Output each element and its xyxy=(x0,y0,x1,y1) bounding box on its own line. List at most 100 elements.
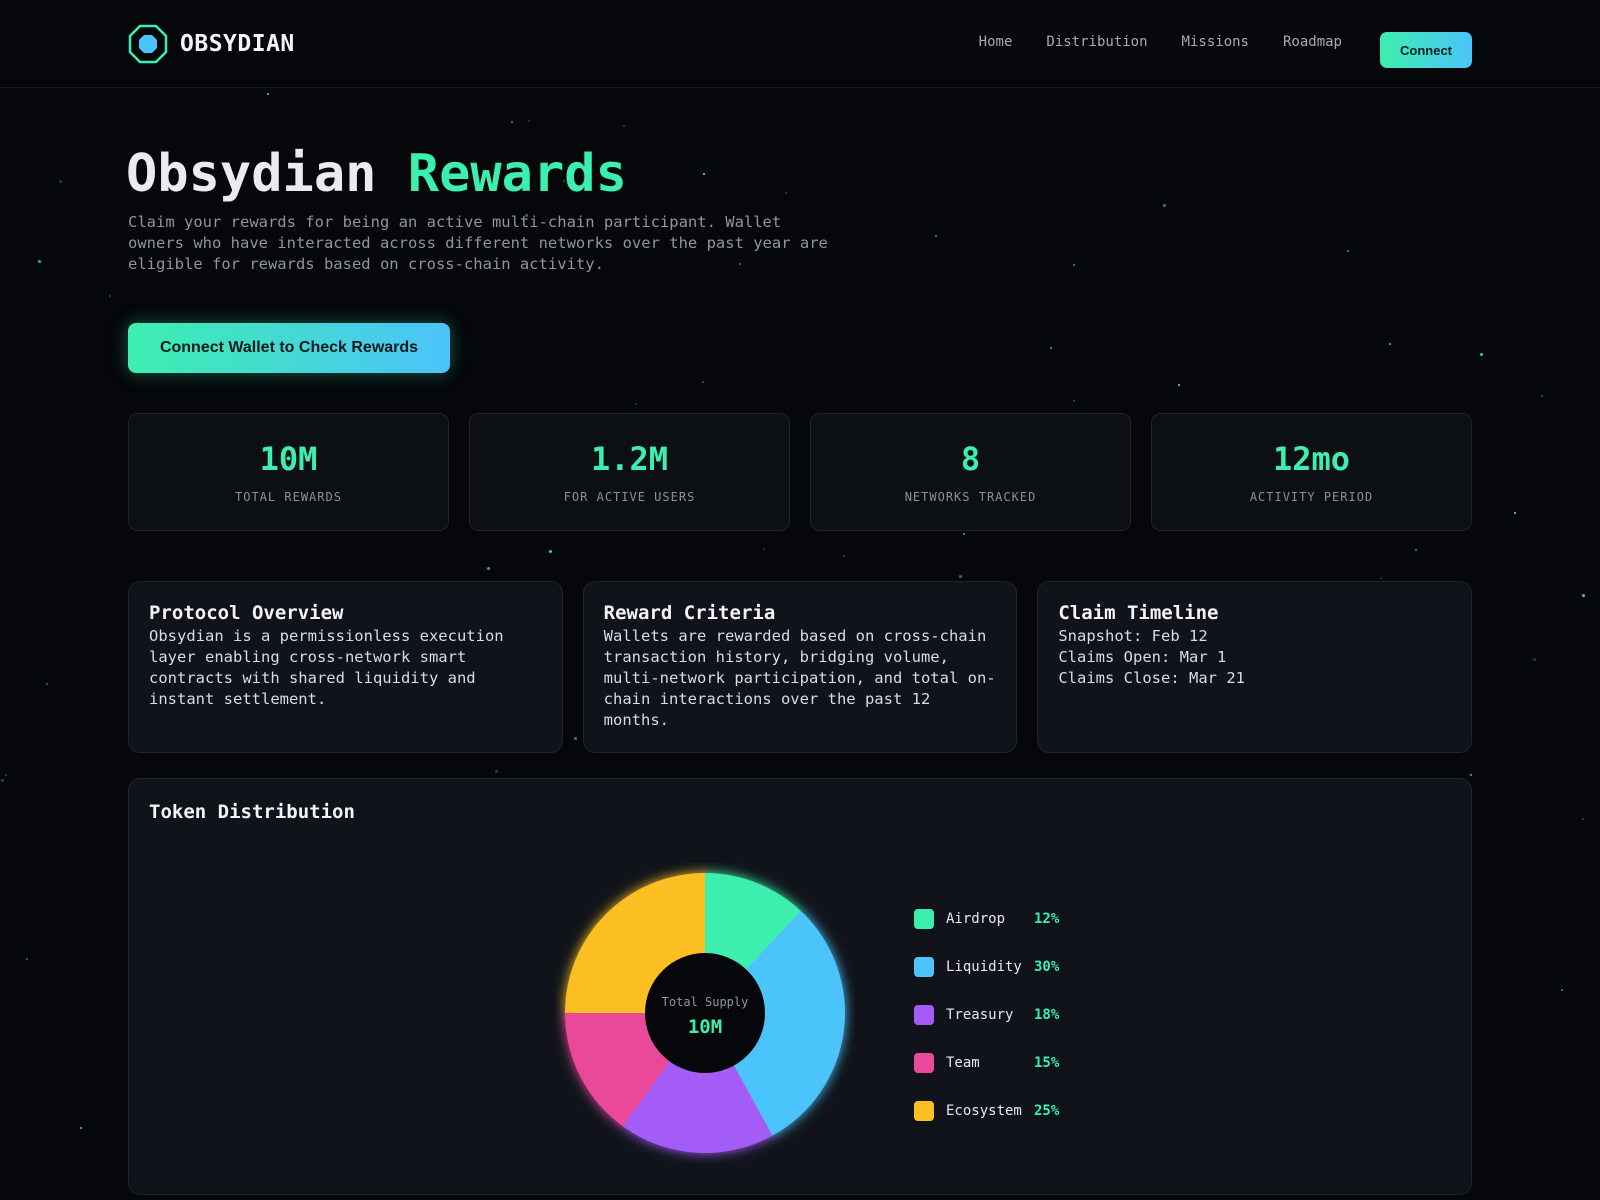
star-dot xyxy=(528,120,530,122)
timeline-claims-close: Claims Close: Mar 21 xyxy=(1058,669,1245,687)
star-dot xyxy=(1514,512,1516,514)
stat-label: FOR ACTIVE USERS xyxy=(563,490,696,504)
stat-card-active-users: 1.2M FOR ACTIVE USERS xyxy=(469,413,790,531)
star-dot xyxy=(511,121,513,123)
nav-home[interactable]: Home xyxy=(979,34,1013,50)
star-dot xyxy=(623,125,625,127)
star-dot xyxy=(703,173,705,175)
legend-label: Treasury xyxy=(946,1007,1014,1023)
legend-percent: 18% xyxy=(1034,1007,1060,1023)
top-navbar: OBSYDIAN Home Distribution Missions Road… xyxy=(0,0,1600,88)
nav-distribution[interactable]: Distribution xyxy=(1046,34,1147,50)
stat-card-total-rewards: 10M TOTAL REWARDS xyxy=(128,413,449,531)
legend-label: Airdrop xyxy=(946,911,1006,927)
star-dot xyxy=(963,533,965,535)
card-title: Protocol Overview xyxy=(149,602,344,624)
star-dot xyxy=(109,295,111,297)
legend-label: Ecosystem xyxy=(946,1103,1022,1119)
hero-description: Claim your rewards for being an active m… xyxy=(128,213,828,273)
stat-card-networks: 8 NETWORKS TRACKED xyxy=(810,413,1131,531)
legend-swatch xyxy=(914,1005,934,1025)
stat-label: TOTAL REWARDS xyxy=(235,490,342,504)
star-dot xyxy=(1389,343,1391,345)
timeline-claims-open: Claims Open: Mar 1 xyxy=(1058,648,1227,666)
claim-timeline-card: Claim Timeline Snapshot: Feb 12 Claims O… xyxy=(1037,581,1473,753)
card-title: Reward Criteria xyxy=(603,602,776,624)
star-dot xyxy=(1073,264,1075,266)
star-dot xyxy=(763,548,765,550)
card-title: Claim Timeline xyxy=(1058,602,1219,624)
octagon-logo-icon xyxy=(128,24,168,64)
star-dot xyxy=(38,260,41,263)
legend-percent: 15% xyxy=(1034,1055,1060,1071)
star-dot xyxy=(785,192,787,194)
brand-name: OBSYDIAN xyxy=(180,31,295,57)
legend-item-airdrop: Airdrop 12% xyxy=(914,909,1059,929)
stat-card-activity-period: 12mo ACTIVITY PERIOD xyxy=(1151,413,1472,531)
legend-label: Team xyxy=(946,1055,980,1071)
nav-roadmap[interactable]: Roadmap xyxy=(1283,34,1342,50)
stats-row: 10M TOTAL REWARDS 1.2M FOR ACTIVE USERS … xyxy=(128,413,1472,531)
star-dot xyxy=(1,779,4,782)
stat-label: NETWORKS TRACKED xyxy=(904,490,1037,504)
star-dot xyxy=(1541,395,1543,397)
reward-criteria-card: Reward Criteria Wallets are rewarded bas… xyxy=(582,581,1018,753)
donut-chart: Total Supply 10M xyxy=(565,873,845,1153)
star-dot xyxy=(1470,774,1472,776)
legend-item-treasury: Treasury 18% xyxy=(914,1005,1059,1025)
star-dot xyxy=(26,958,28,960)
legend-percent: 25% xyxy=(1034,1103,1060,1119)
star-dot xyxy=(5,774,7,776)
star-dot xyxy=(843,555,845,557)
protocol-overview-card: Protocol Overview Obsydian is a permissi… xyxy=(128,581,563,753)
legend-label: Liquidity xyxy=(946,959,1022,975)
nav-missions[interactable]: Missions xyxy=(1182,34,1249,50)
star-dot xyxy=(1582,818,1584,820)
stat-value: 8 xyxy=(960,440,981,478)
distribution-title: Token Distribution xyxy=(149,801,355,823)
star-dot xyxy=(1561,989,1563,991)
legend-swatch xyxy=(914,957,934,977)
star-dot xyxy=(549,550,552,553)
star-dot xyxy=(1050,347,1052,349)
legend-percent: 12% xyxy=(1034,911,1060,927)
star-dot xyxy=(1480,353,1483,356)
star-dot xyxy=(1347,250,1349,252)
star-dot xyxy=(1178,384,1180,386)
star-dot xyxy=(80,1127,82,1129)
donut-hole xyxy=(645,953,765,1073)
page-title-main: Obsydian xyxy=(126,144,408,204)
page-title: Obsydian Rewards xyxy=(126,144,627,204)
stat-value: 10M xyxy=(259,440,318,478)
star-dot xyxy=(959,575,962,578)
star-dot xyxy=(1380,577,1382,579)
page-title-accent: Rewards xyxy=(407,144,627,204)
connect-button[interactable]: Connect xyxy=(1380,32,1472,68)
timeline-list: Snapshot: Feb 12 Claims Open: Mar 1 Clai… xyxy=(1058,626,1451,689)
legend-item-ecosystem: Ecosystem 25% xyxy=(914,1101,1059,1121)
stat-label: ACTIVITY PERIOD xyxy=(1249,490,1374,504)
legend-percent: 30% xyxy=(1034,959,1060,975)
star-dot xyxy=(495,770,498,773)
legend-swatch xyxy=(914,1101,934,1121)
star-dot xyxy=(1163,204,1166,207)
star-dot xyxy=(935,235,937,237)
legend-item-liquidity: Liquidity 30% xyxy=(914,957,1059,977)
connect-wallet-button[interactable]: Connect Wallet to Check Rewards xyxy=(128,323,450,373)
chart-legend: Airdrop 12% Liquidity 30% Treasury 18% Team 15%… xyxy=(914,909,1059,1149)
stat-value: 1.2M xyxy=(590,440,669,478)
card-body: Wallets are rewarded based on cross-chai… xyxy=(603,627,996,729)
legend-item-team: Team 15% xyxy=(914,1053,1059,1073)
main-nav: Home Distribution Missions Roadmap xyxy=(979,34,1342,50)
info-cards-row: Protocol Overview Obsydian is a permissi… xyxy=(128,581,1473,753)
token-distribution-panel: Token Distribution Total Supply 10M Aird… xyxy=(128,778,1472,1195)
legend-swatch xyxy=(914,909,934,929)
star-dot xyxy=(1582,594,1585,597)
star-dot xyxy=(487,567,490,570)
legend-swatch xyxy=(914,1053,934,1073)
star-dot xyxy=(702,381,704,383)
center-label: Total Supply xyxy=(662,995,749,1009)
brand-logo[interactable]: OBSYDIAN xyxy=(128,24,295,64)
stat-value: 12mo xyxy=(1272,440,1351,478)
timeline-snapshot: Snapshot: Feb 12 xyxy=(1058,627,1208,645)
